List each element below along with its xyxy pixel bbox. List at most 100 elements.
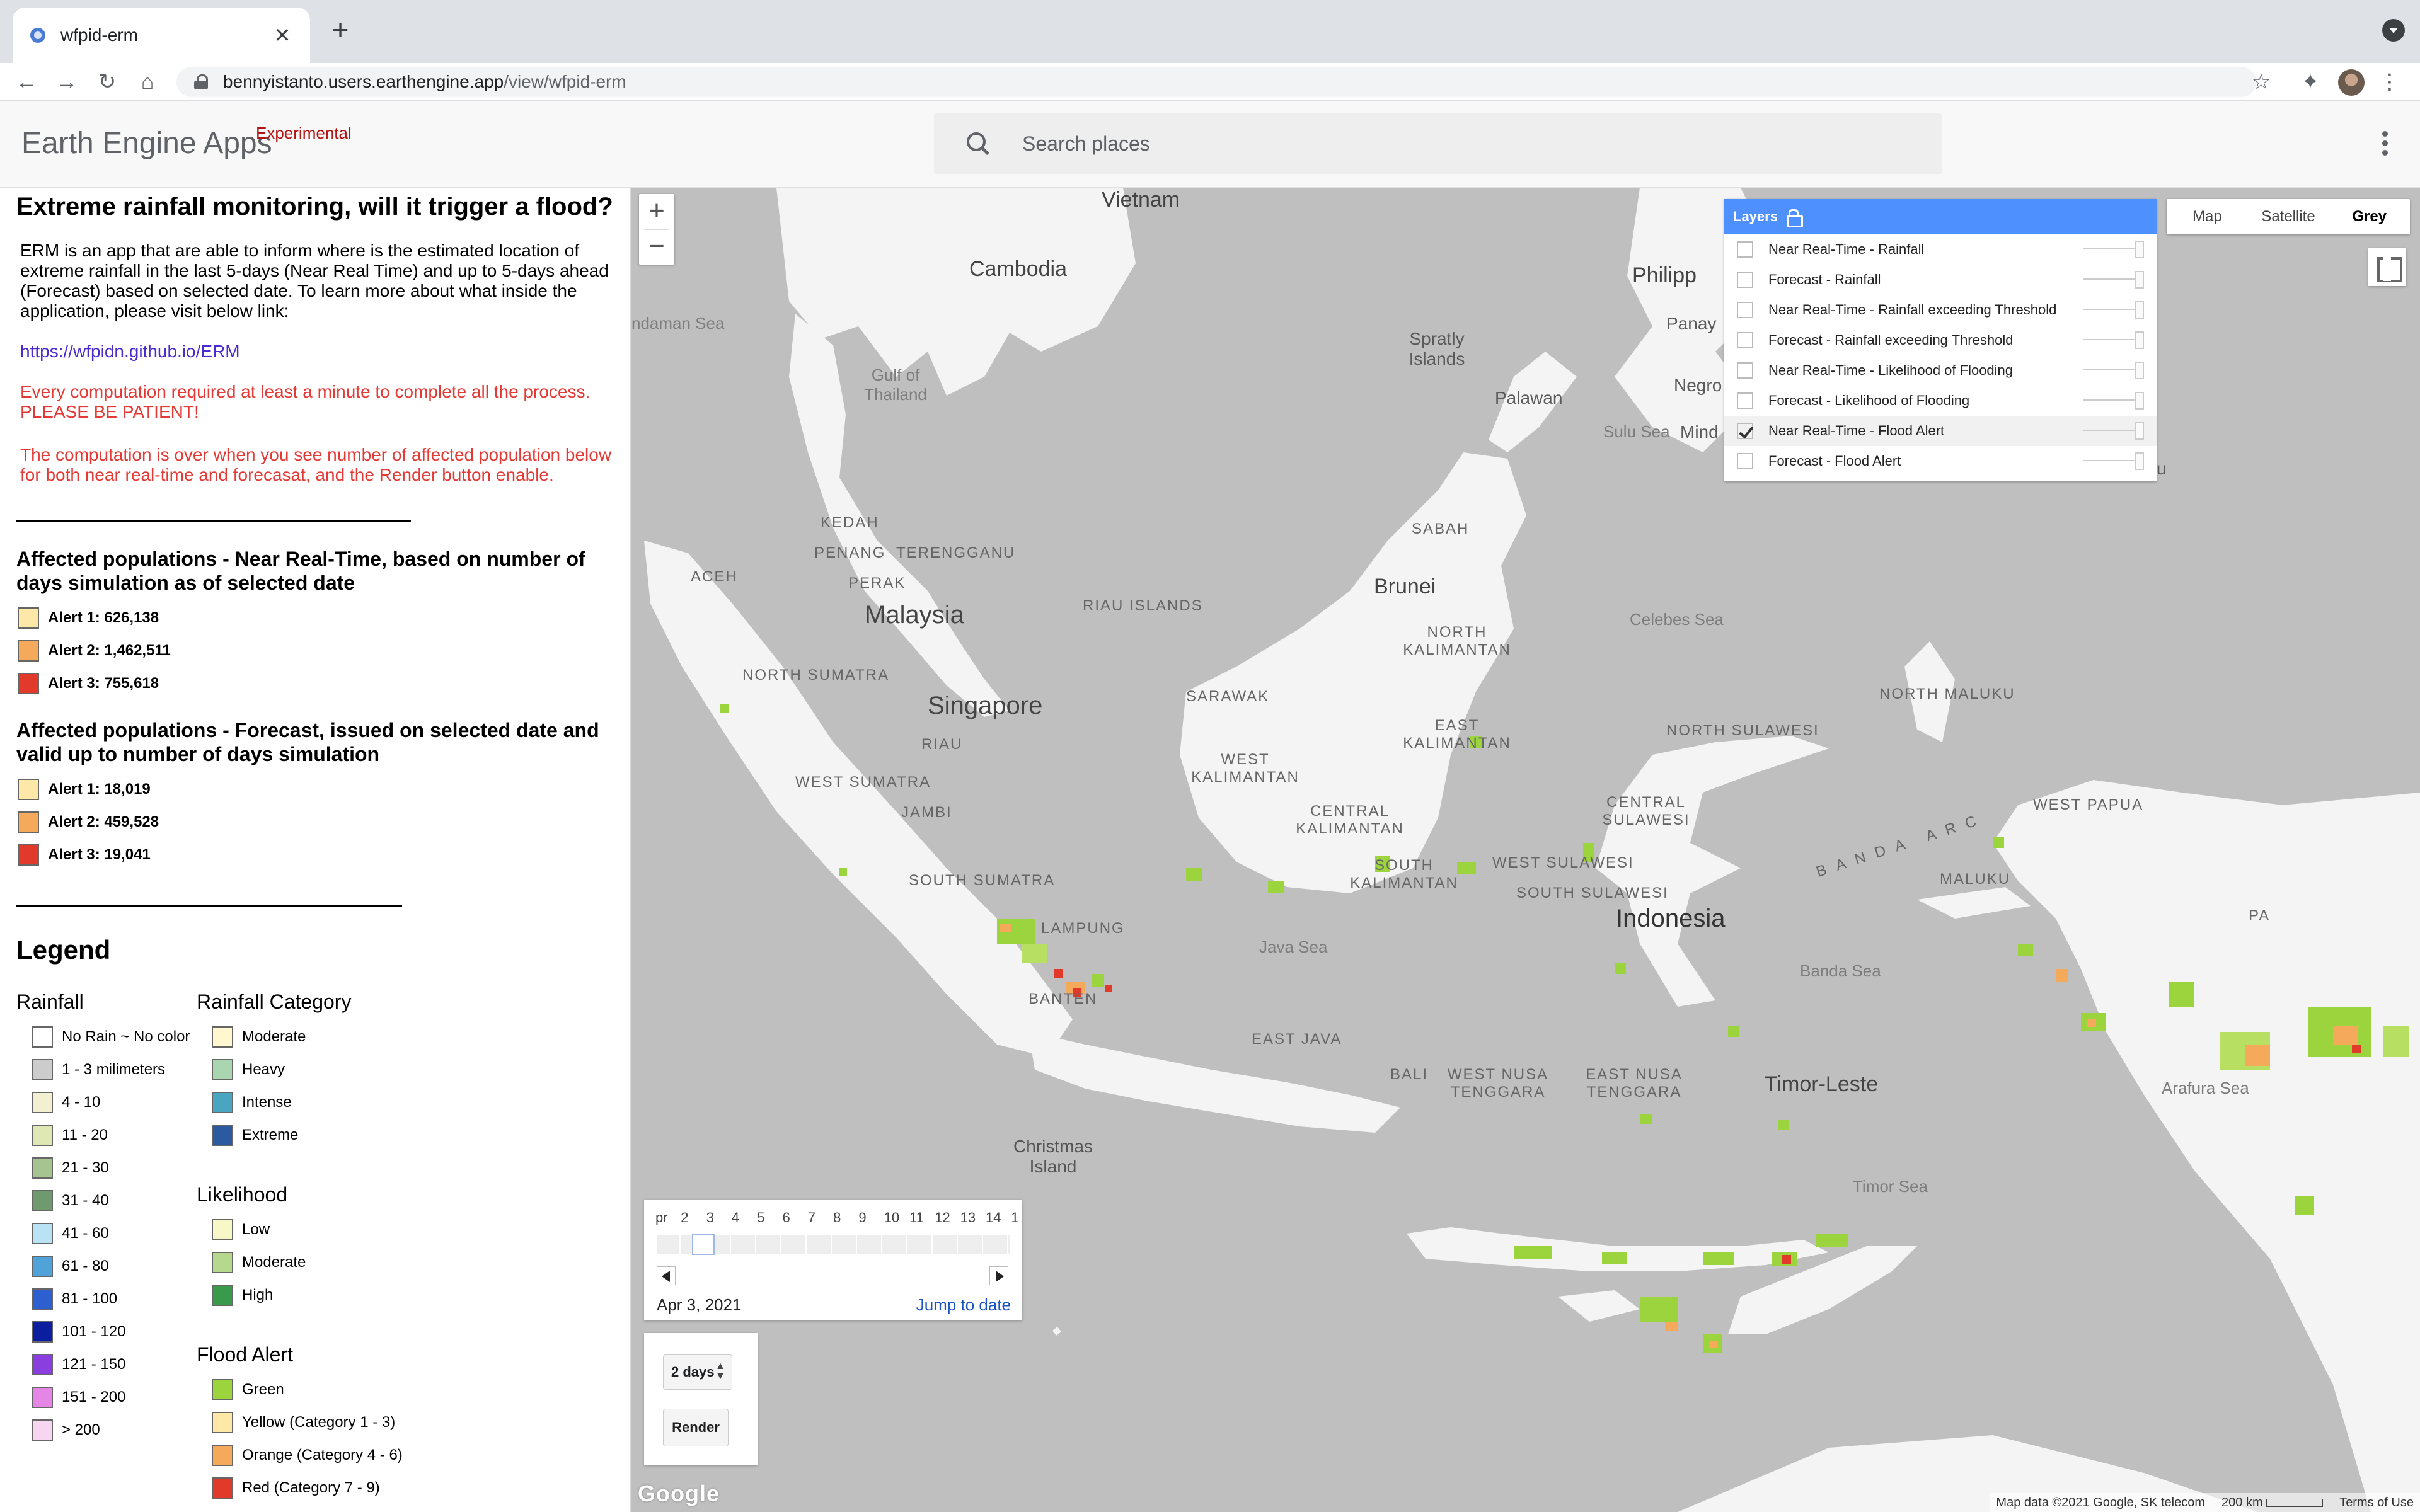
legend-swatch [212, 1412, 233, 1433]
layer-checkbox[interactable] [1737, 302, 1753, 318]
layer-row[interactable]: Near Real-Time - Flood Alert [1724, 416, 2157, 446]
alert-label: Alert 2: 1,462,511 [48, 642, 171, 659]
opacity-slider-handle[interactable] [2135, 362, 2144, 379]
map-label: LAMPUNG [1041, 920, 1125, 937]
browser-tab[interactable]: wfpid-erm ✕ [13, 8, 310, 63]
layer-row[interactable]: Near Real-Time - Likelihood of Flooding [1724, 355, 2157, 386]
date-tick-label: 4 [731, 1210, 740, 1225]
map-label: Indonesia [1616, 905, 1726, 932]
zoom-out-button[interactable]: − [639, 229, 674, 265]
track-separator [805, 1235, 807, 1254]
opacity-slider[interactable] [2083, 430, 2143, 431]
next-date-button[interactable] [989, 1266, 1008, 1285]
date-slider-thumb[interactable] [692, 1234, 715, 1255]
map-label: Java Sea [1259, 937, 1328, 956]
opacity-slider[interactable] [2083, 339, 2143, 340]
layer-checkbox[interactable] [1737, 241, 1753, 258]
search-input[interactable]: Search places [1022, 132, 1150, 156]
layer-row[interactable]: Forecast - Likelihood of Flooding [1724, 386, 2157, 416]
legend-item: High [212, 1283, 273, 1308]
alert-row: Alert 3: 755,618 [18, 672, 159, 696]
lock-icon[interactable] [1786, 209, 1803, 227]
docs-link[interactable]: https://wfpidn.github.io/ERM [20, 341, 240, 362]
lock-icon[interactable] [194, 74, 208, 89]
layer-checkbox[interactable] [1737, 392, 1753, 409]
browser-menu-icon[interactable]: ⋮ [2376, 68, 2404, 96]
legend-rainfall-title: Rainfall [16, 990, 84, 1013]
zoom-in-button[interactable]: + [639, 194, 674, 229]
legend-item: Red (Category 7 - 9) [212, 1475, 380, 1501]
legend-item: Heavy [212, 1057, 285, 1082]
tab-close-icon[interactable]: ✕ [270, 23, 295, 47]
opacity-slider[interactable] [2083, 460, 2143, 461]
sumatra-land [644, 541, 1073, 1057]
map-type-map-button[interactable]: Map [2167, 199, 2248, 234]
layer-checkbox[interactable] [1737, 332, 1753, 348]
date-tick-label: 6 [782, 1210, 790, 1225]
layer-row[interactable]: Forecast - Rainfall exceeding Threshold [1724, 325, 2157, 355]
new-tab-button[interactable]: + [325, 15, 355, 45]
layer-checkbox[interactable] [1737, 423, 1753, 439]
layer-checkbox[interactable] [1737, 362, 1753, 379]
opacity-slider-handle[interactable] [2135, 331, 2144, 349]
map-label: TERENGGANU [896, 544, 1016, 561]
opacity-slider-handle[interactable] [2135, 301, 2144, 319]
map-label: Negro [1674, 375, 1722, 395]
search-places-bar[interactable]: Search places [934, 113, 1942, 174]
legend-label: 81 - 100 [62, 1290, 118, 1307]
layer-row[interactable]: Forecast - Rainfall [1724, 265, 2157, 295]
opacity-slider-handle[interactable] [2135, 452, 2144, 470]
back-button[interactable]: ← [13, 68, 40, 96]
fullscreen-icon[interactable] [2368, 248, 2406, 286]
opacity-slider[interactable] [2083, 399, 2143, 401]
home-button[interactable]: ⌂ [134, 68, 161, 96]
bookmark-star-icon[interactable]: ☆ [2247, 68, 2275, 96]
extensions-icon[interactable]: ✦ [2296, 68, 2324, 96]
layer-row[interactable]: Near Real-Time - Rainfall exceeding Thre… [1724, 295, 2157, 325]
map-type-grey-button[interactable]: Grey [2329, 199, 2410, 234]
jump-to-date-link[interactable]: Jump to date [916, 1295, 1011, 1315]
days-select[interactable]: 2 days ▲ ▼ [663, 1354, 732, 1390]
legend-swatch [32, 1059, 53, 1080]
layer-row[interactable]: Forecast - Flood Alert [1724, 446, 2157, 476]
scale-bar[interactable]: 200 km [2221, 1493, 2324, 1512]
opacity-slider[interactable] [2083, 309, 2143, 310]
map-label: RIAU ISLANDS [1083, 597, 1203, 614]
legend-swatch [32, 1223, 53, 1244]
reload-button[interactable]: ↻ [93, 68, 121, 96]
opacity-slider[interactable] [2083, 278, 2143, 280]
previous-date-button[interactable] [657, 1266, 676, 1285]
opacity-slider-handle[interactable] [2135, 392, 2144, 410]
legend-item: 31 - 40 [32, 1188, 109, 1213]
forward-button[interactable]: → [53, 68, 81, 96]
map-canvas[interactable]: Vietnam Cambodia Gulf of Thailand ndaman… [631, 188, 2420, 1512]
opacity-slider-handle[interactable] [2135, 422, 2144, 440]
map-type-satellite-button[interactable]: Satellite [2248, 199, 2329, 234]
map-label: BALI [1390, 1066, 1429, 1083]
track-separator [730, 1235, 731, 1254]
map-label: SARAWAK [1186, 688, 1270, 705]
layer-checkbox[interactable] [1737, 272, 1753, 288]
legend-item: Moderate [212, 1024, 306, 1050]
date-tick-label: 8 [833, 1210, 841, 1225]
map-label: NORTH SULAWESI [1666, 722, 1819, 739]
search-icon[interactable] [965, 131, 991, 156]
more-options-icon[interactable] [2382, 131, 2388, 158]
layers-panel: Layers Near Real-Time - Rainfall Forecast… [1724, 199, 2157, 481]
opacity-slider[interactable] [2083, 369, 2143, 370]
date-tick-label: 12 [935, 1210, 950, 1225]
layers-header[interactable]: Layers [1724, 199, 2157, 234]
profile-avatar[interactable] [2338, 69, 2365, 96]
address-bar[interactable]: bennyistanto.users.earthengine.app/view/… [176, 67, 2256, 97]
opacity-slider-handle[interactable] [2135, 271, 2144, 289]
render-button[interactable]: Render [663, 1409, 729, 1446]
app-name[interactable]: Earth Engine Apps [21, 126, 272, 161]
legend-label: High [242, 1286, 274, 1303]
google-logo[interactable]: Google [638, 1480, 720, 1507]
tab-search-icon[interactable] [2382, 19, 2405, 42]
layer-checkbox[interactable] [1737, 453, 1753, 469]
opacity-slider[interactable] [2083, 248, 2143, 249]
terms-link[interactable]: Terms of Use [2339, 1493, 2414, 1512]
opacity-slider-handle[interactable] [2135, 241, 2144, 258]
layer-row[interactable]: Near Real-Time - Rainfall [1724, 234, 2157, 265]
